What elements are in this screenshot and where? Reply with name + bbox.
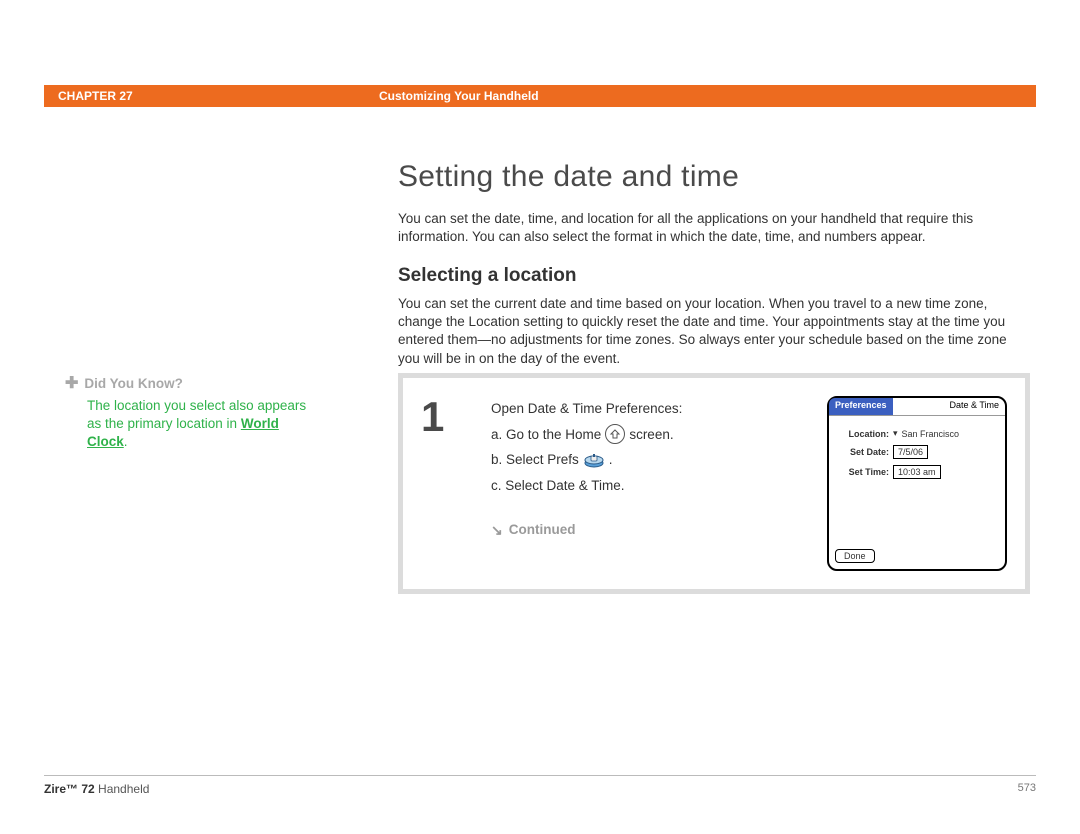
step-number: 1 — [421, 396, 461, 571]
did-you-know-label: Did You Know? — [84, 375, 183, 393]
step-title: Open Date & Time Preferences: — [491, 396, 797, 422]
device-date-row: Set Date: 7/5/06 — [839, 445, 995, 459]
device-screenshot: Preferences Date & Time Location: ▾ San … — [827, 396, 1007, 571]
device-time-value: 10:03 am — [893, 465, 941, 479]
device-done-button: Done — [835, 549, 875, 563]
home-icon — [605, 424, 625, 444]
device-location-value: San Francisco — [902, 429, 960, 439]
page-footer: Zire™ 72 Handheld 573 — [44, 775, 1036, 796]
step-b: b. Select Prefs . — [491, 447, 797, 473]
page-title: Setting the date and time — [398, 160, 739, 194]
prefs-icon — [583, 452, 605, 468]
did-you-know-sidebar: ✚ Did You Know? The location you select … — [65, 373, 315, 451]
device-date-value: 7/5/06 — [893, 445, 928, 459]
dropdown-icon: ▾ — [893, 428, 898, 439]
device-time-row: Set Time: 10:03 am — [839, 465, 995, 479]
continued-indicator: ↘ Continued — [491, 517, 797, 544]
device-location-row: Location: ▾ San Francisco — [839, 428, 995, 439]
section-paragraph: You can set the current date and time ba… — [398, 295, 1030, 368]
device-panel-name: Date & Time — [943, 398, 1005, 415]
chapter-header-bar: CHAPTER 27 Customizing Your Handheld — [44, 85, 1036, 107]
intro-paragraph: You can set the date, time, and location… — [398, 210, 1030, 246]
device-body: Location: ▾ San Francisco Set Date: 7/5/… — [829, 416, 1005, 497]
page-number: 573 — [1018, 782, 1036, 796]
step-instructions: Open Date & Time Preferences: a. Go to t… — [491, 396, 797, 571]
plus-icon: ✚ — [65, 373, 78, 395]
device-app-title: Preferences — [829, 398, 893, 415]
device-titlebar: Preferences Date & Time — [829, 398, 1005, 416]
continued-arrow-icon: ↘ — [491, 517, 503, 544]
section-heading: Selecting a location — [398, 265, 576, 287]
step-inner: 1 Open Date & Time Preferences: a. Go to… — [403, 378, 1025, 589]
did-you-know-heading: ✚ Did You Know? — [65, 373, 315, 395]
product-name: Zire™ 72 Handheld — [44, 782, 149, 796]
step-container: 1 Open Date & Time Preferences: a. Go to… — [398, 373, 1030, 594]
did-you-know-body: The location you select also appears as … — [87, 397, 315, 452]
chapter-title: Customizing Your Handheld — [379, 89, 539, 103]
step-a: a. Go to the Home screen. — [491, 422, 797, 448]
step-c: c. Select Date & Time. — [491, 473, 797, 499]
chapter-number: CHAPTER 27 — [44, 89, 379, 103]
